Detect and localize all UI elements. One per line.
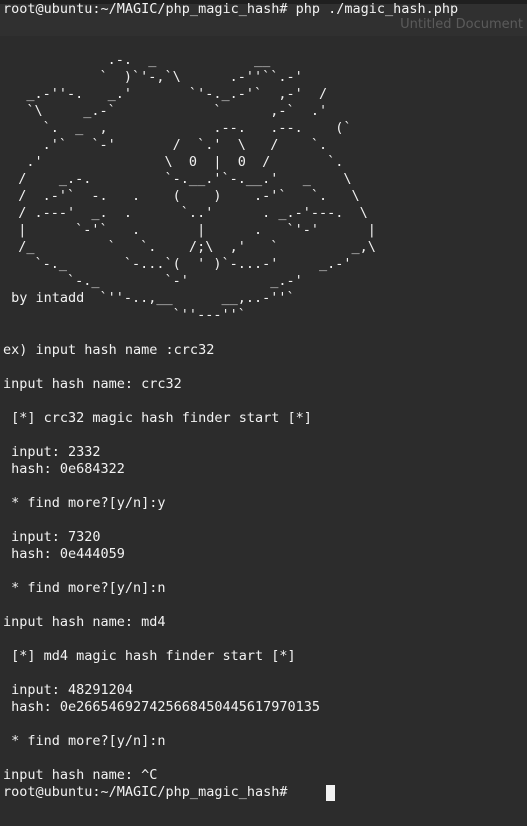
output-line: * find more?[y/n]:n xyxy=(3,733,166,749)
output-line: input hash name: crc32 xyxy=(3,376,182,392)
output-line: input: 7320 xyxy=(3,529,101,545)
command-line: root@ubuntu:~/MAGIC/php_magic_hash# php … xyxy=(3,1,459,17)
output-line: [*] md4 magic hash finder start [*] xyxy=(3,648,296,664)
output-line: * find more?[y/n]:y xyxy=(3,495,166,511)
output-line: input hash name: ^C xyxy=(3,767,158,783)
text-cursor xyxy=(326,785,335,801)
output-line: input: 2332 xyxy=(3,444,101,460)
output-line: [*] crc32 magic hash finder start [*] xyxy=(3,410,312,426)
shell-prompt: root@ubuntu:~/MAGIC/php_magic_hash# xyxy=(3,784,296,800)
output-line: input: 48291204 xyxy=(3,682,134,698)
output-line: input hash name: md4 xyxy=(3,614,166,630)
output-line: * find more?[y/n]:n xyxy=(3,580,166,596)
output-line: hash: 0e684322 xyxy=(3,461,125,477)
output-line: hash: 0e266546927425668450445617970135 xyxy=(3,699,320,715)
banner-art: .-. _ __ ` )`'-,`\ .-''``.-' _.-''-. _.'… xyxy=(18,52,376,323)
output-line: hash: 0e444059 xyxy=(3,546,125,562)
output-line: ex) input hash name :crc32 xyxy=(3,342,215,358)
terminal-output[interactable]: root@ubuntu:~/MAGIC/php_magic_hash# php … xyxy=(0,0,527,826)
credit-line: by intadd xyxy=(3,290,85,306)
